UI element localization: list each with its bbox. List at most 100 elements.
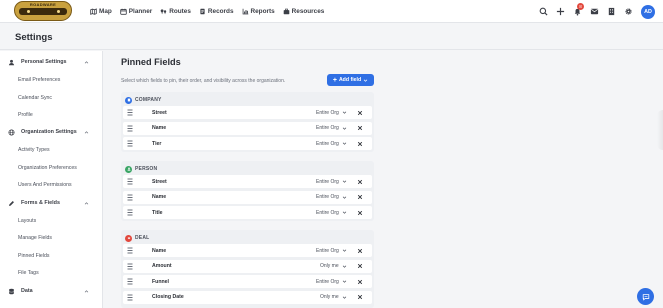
close-icon[interactable] — [357, 263, 363, 269]
visibility-value: Entire Org — [316, 209, 339, 216]
visibility-value: Entire Org — [316, 125, 339, 131]
close-icon[interactable] — [357, 179, 363, 185]
sidebar-item-profile[interactable]: Profile — [18, 112, 33, 118]
close-icon[interactable] — [357, 279, 363, 285]
visibility-value: Entire Org — [316, 178, 339, 185]
chevron-down-icon — [342, 211, 347, 214]
sidebar-section-organization-settings[interactable]: Organization Settings — [0, 126, 103, 138]
visibility-select[interactable]: Entire Org — [316, 140, 347, 148]
pinned-field-row[interactable]: Street Entire Org — [123, 175, 372, 188]
sidebar-item-layouts[interactable]: Layouts — [18, 218, 36, 224]
close-icon[interactable] — [357, 248, 363, 254]
sidebar-item-email-preferences[interactable]: Email Preferences — [18, 77, 60, 83]
nav-routes[interactable]: Routes — [160, 8, 191, 15]
app-logo[interactable]: ROADWARE — [14, 1, 72, 21]
pinned-field-row[interactable]: Name Entire Org — [123, 244, 372, 257]
sidebar-section-label: Forms & Fields — [21, 200, 60, 206]
visibility-select[interactable]: Entire Org — [316, 178, 347, 186]
drag-handle-icon[interactable] — [127, 278, 133, 285]
field-name: Name — [152, 125, 167, 131]
nav-reports[interactable]: Reports — [242, 8, 275, 15]
visibility-select[interactable]: Entire Org — [316, 247, 347, 255]
field-name: Title — [152, 209, 163, 216]
sidebar-item-organization-preferences[interactable]: Organization Preferences — [18, 165, 77, 171]
pinned-field-row[interactable]: Title Entire Org — [123, 206, 372, 219]
close-icon[interactable] — [357, 294, 363, 300]
sidebar-item-file-tags[interactable]: File Tags — [18, 270, 39, 276]
sidebar-item-activity-types[interactable]: Activity Types — [18, 147, 50, 153]
visibility-value: Entire Org — [316, 194, 339, 200]
field-group-company: COMPANY Street Entire Org Name Entire Or… — [121, 92, 374, 152]
deal-icon — [125, 234, 132, 242]
drag-handle-icon[interactable] — [127, 125, 133, 132]
add-field-label: Add field — [338, 77, 362, 83]
nav-routes-label: Routes — [169, 8, 191, 15]
pinned-field-row[interactable]: Amount Only me — [123, 259, 372, 273]
visibility-select[interactable]: Entire Org — [316, 193, 347, 201]
nav-resources[interactable]: Resources — [283, 8, 325, 15]
visibility-select[interactable]: Only me — [320, 262, 347, 270]
drag-handle-icon[interactable] — [127, 178, 133, 185]
visibility-select[interactable]: Entire Org — [316, 109, 347, 117]
visibility-select[interactable]: Entire Org — [316, 124, 347, 132]
close-icon[interactable] — [357, 125, 363, 131]
chevron-down-icon — [342, 180, 347, 183]
nav-resources-label: Resources — [291, 8, 325, 15]
user-avatar[interactable]: AD — [641, 4, 655, 19]
records-icon — [200, 8, 205, 15]
sidebar-section-forms-and-fields[interactable]: Forms & Fields — [0, 197, 103, 209]
sidebar-item-calendar-sync[interactable]: Calendar Sync — [18, 95, 52, 101]
resources-icon — [283, 8, 289, 15]
drag-handle-icon[interactable] — [127, 109, 133, 116]
pinned-field-row[interactable]: Funnel Entire Org — [123, 275, 372, 288]
chevron-down-icon — [363, 79, 368, 82]
close-icon[interactable] — [357, 210, 363, 216]
nav-map[interactable]: Map — [90, 8, 112, 15]
close-icon[interactable] — [357, 141, 363, 147]
drag-handle-icon[interactable] — [127, 263, 133, 270]
side-panel-edge — [657, 110, 663, 150]
field-name: Street — [152, 109, 167, 116]
visibility-select[interactable]: Entire Org — [316, 278, 347, 286]
sidebar-item-manage-fields[interactable]: Manage Fields — [18, 235, 52, 241]
chat-button[interactable] — [637, 288, 654, 305]
sidebar-section-personal-settings[interactable]: Personal Settings — [0, 56, 103, 68]
add-button[interactable] — [556, 7, 565, 16]
nav-records[interactable]: Records — [199, 8, 234, 15]
add-field-button[interactable]: + Add field — [327, 74, 374, 86]
pinned-field-row[interactable]: Name Entire Org — [123, 190, 372, 204]
logo-dot — [57, 10, 60, 13]
sidebar-item-users-and-permissions[interactable]: Users And Permissions — [18, 182, 72, 188]
drag-handle-icon[interactable] — [127, 194, 133, 201]
pinned-field-row[interactable]: Closing Date Only me — [123, 290, 372, 304]
sidebar-item-pinned-fields[interactable]: Pinned Fields — [18, 253, 49, 259]
pinned-field-row[interactable]: Name Entire Org — [123, 121, 372, 135]
drag-handle-icon[interactable] — [127, 140, 133, 147]
visibility-select[interactable]: Only me — [320, 293, 347, 301]
sidebar-section-data[interactable]: Data — [0, 285, 103, 297]
field-name: Street — [152, 178, 167, 185]
chevron-up-icon — [84, 130, 89, 133]
nav-reports-label: Reports — [250, 8, 275, 15]
pencil-icon — [9, 200, 14, 206]
notifications-button[interactable]: 8 — [573, 3, 584, 16]
group-header: DEAL — [125, 234, 149, 242]
person-icon — [125, 165, 132, 173]
drag-handle-icon[interactable] — [127, 294, 133, 301]
field-name: Amount — [152, 263, 172, 269]
drag-handle-icon[interactable] — [127, 209, 133, 216]
top-navigation-bar: ROADWARE Map Planner Routes Records Repo… — [0, 0, 663, 23]
search-button[interactable] — [539, 7, 548, 16]
nav-planner[interactable]: Planner — [120, 8, 152, 15]
group-label: PERSON — [135, 166, 158, 172]
close-icon[interactable] — [357, 194, 363, 200]
mail-button[interactable] — [590, 7, 599, 16]
pinned-field-row[interactable]: Tier Entire Org — [123, 137, 372, 150]
settings-button[interactable] — [624, 7, 633, 16]
pinned-field-row[interactable]: Street Entire Org — [123, 106, 372, 119]
organization-button[interactable] — [607, 7, 616, 16]
nav-planner-label: Planner — [128, 8, 153, 15]
close-icon[interactable] — [357, 110, 363, 116]
drag-handle-icon[interactable] — [127, 247, 133, 254]
visibility-select[interactable]: Entire Org — [316, 209, 347, 217]
